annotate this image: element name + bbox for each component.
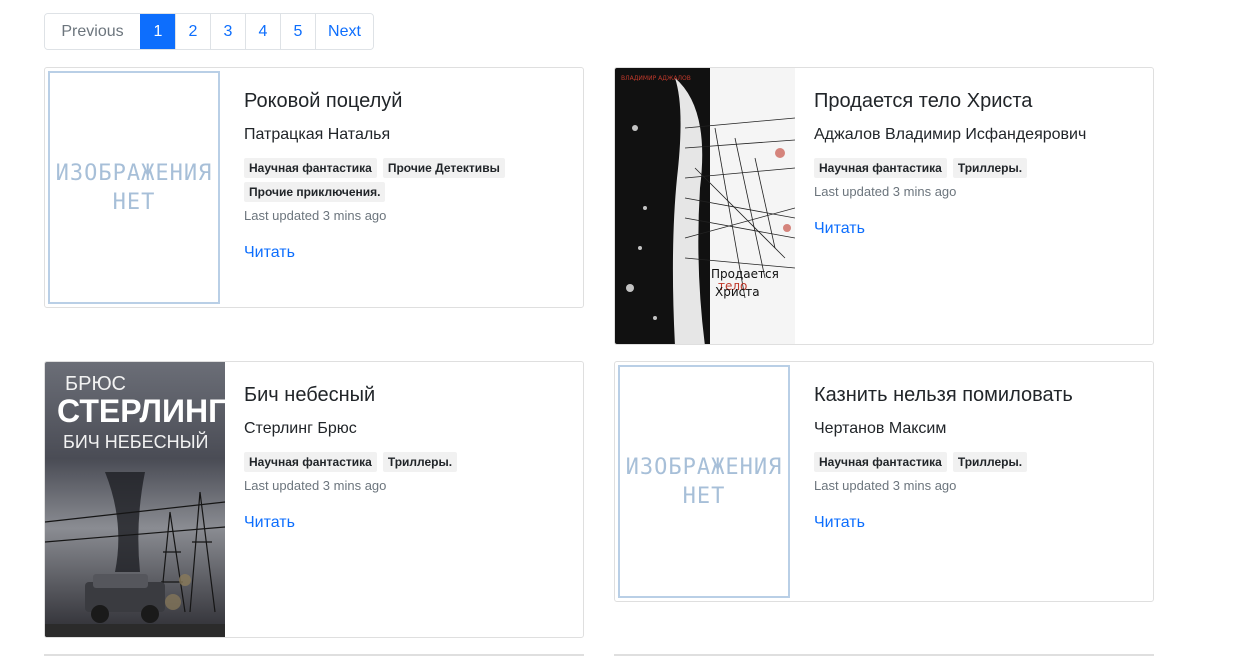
book-cover[interactable]: ВЛАДИМИР АДЖАЛОВ Продается тело Христа [615,68,796,344]
book-author: Чертанов Максим [814,420,947,437]
pagination: Previous 1 2 3 4 5 Next [44,13,374,50]
book-card: ВЛАДИМИР АДЖАЛОВ Продается тело Христа П… [614,67,1154,345]
placeholder-line: ИЗОБРАЖЕНИЯ [55,160,213,186]
book-author: Патрацкая Наталья [244,126,391,143]
last-updated: Last updated 3 mins ago [244,478,387,493]
last-updated: Last updated 3 mins ago [244,208,387,223]
page-3-button[interactable]: 3 [210,14,245,49]
genre-tag[interactable]: Научная фантастика [814,452,947,472]
genre-tag[interactable]: Научная фантастика [244,158,377,178]
no-image-placeholder: ИЗОБРАЖЕНИЯ НЕТ [48,71,220,304]
previous-page-button[interactable]: Previous [45,14,140,49]
genre-tag[interactable]: Научная фантастика [814,158,947,178]
book-title: Роковой поцелуй [244,90,403,112]
cover-author-last-name: СТЕРЛИНГ [57,393,225,429]
book-title: Казнить нельзя помиловать [814,384,1073,406]
genre-tag[interactable]: Научная фантастика [244,452,377,472]
genre-tags: Научная фантастика Триллеры. [244,452,544,472]
genre-tag[interactable]: Прочие Детективы [382,158,505,178]
cover-author-text: ВЛАДИМИР АДЖАЛОВ [621,75,691,82]
cover-title-text: БИЧ НЕБЕСНЫЙ [63,431,208,452]
placeholder-line: НЕТ [682,483,726,509]
book-author: Аджалов Владимир Исфандеярович [814,126,1087,143]
book-card-body: Бич небесный Стерлинг Брюс Научная фанта… [244,362,571,532]
page-5-button[interactable]: 5 [280,14,315,49]
last-updated: Last updated 3 mins ago [814,184,957,199]
read-link[interactable]: Читать [244,514,295,532]
page-4-button[interactable]: 4 [245,14,280,49]
genre-tag[interactable]: Прочие приключения. [244,182,386,202]
placeholder-line: НЕТ [112,189,156,215]
page-1-button[interactable]: 1 [140,14,175,49]
book-card: БРЮС СТЕРЛИНГ БИЧ НЕБЕСНЫЙ Бич небесный … [44,361,584,638]
book-card: ИЗОБРАЖЕНИЯ НЕТ Казнить нельзя помиловат… [614,361,1154,602]
no-image-placeholder: ИЗОБРАЖЕНИЯ НЕТ [618,365,790,598]
book-card: ИЗОБРАЖЕНИЯ НЕТ Роковой поцелуй Патрацка… [44,67,584,308]
book-title: Продается тело Христа [814,90,1033,112]
cover-author-first-name: БРЮС [65,373,126,395]
cover-title-line: Христа [715,285,760,299]
book-card-body: Роковой поцелуй Патрацкая Наталья Научна… [244,68,571,262]
genre-tags: Научная фантастика Триллеры. [814,452,1114,472]
genre-tag[interactable]: Триллеры. [952,452,1028,472]
read-link[interactable]: Читать [244,244,295,262]
book-card-body: Казнить нельзя помиловать Чертанов Макси… [814,362,1141,532]
next-page-button[interactable]: Next [315,14,373,49]
read-link[interactable]: Читать [814,514,865,532]
book-cover[interactable]: ИЗОБРАЖЕНИЯ НЕТ [45,68,223,307]
book-author: Стерлинг Брюс [244,420,357,437]
book-title: Бич небесный [244,384,376,406]
last-updated: Last updated 3 mins ago [814,478,957,493]
read-link[interactable]: Читать [814,220,865,238]
book-cover[interactable]: ИЗОБРАЖЕНИЯ НЕТ [615,362,793,601]
book-card-body: Продается тело Христа Аджалов Владимир И… [814,68,1141,238]
placeholder-line: ИЗОБРАЖЕНИЯ [625,454,783,480]
book-cover[interactable]: БРЮС СТЕРЛИНГ БИЧ НЕБЕСНЫЙ [45,362,226,637]
genre-tags: Научная фантастика Триллеры. [814,158,1114,178]
genre-tag[interactable]: Триллеры. [952,158,1028,178]
genre-tags: Научная фантастика Прочие Детективы Проч… [244,158,544,202]
page-2-button[interactable]: 2 [175,14,210,49]
book-cover-image: БРЮС СТЕРЛИНГ БИЧ НЕБЕСНЫЙ [45,362,226,637]
book-cover-image: ВЛАДИМИР АДЖАЛОВ Продается тело Христа [615,68,796,344]
genre-tag[interactable]: Триллеры. [382,452,458,472]
